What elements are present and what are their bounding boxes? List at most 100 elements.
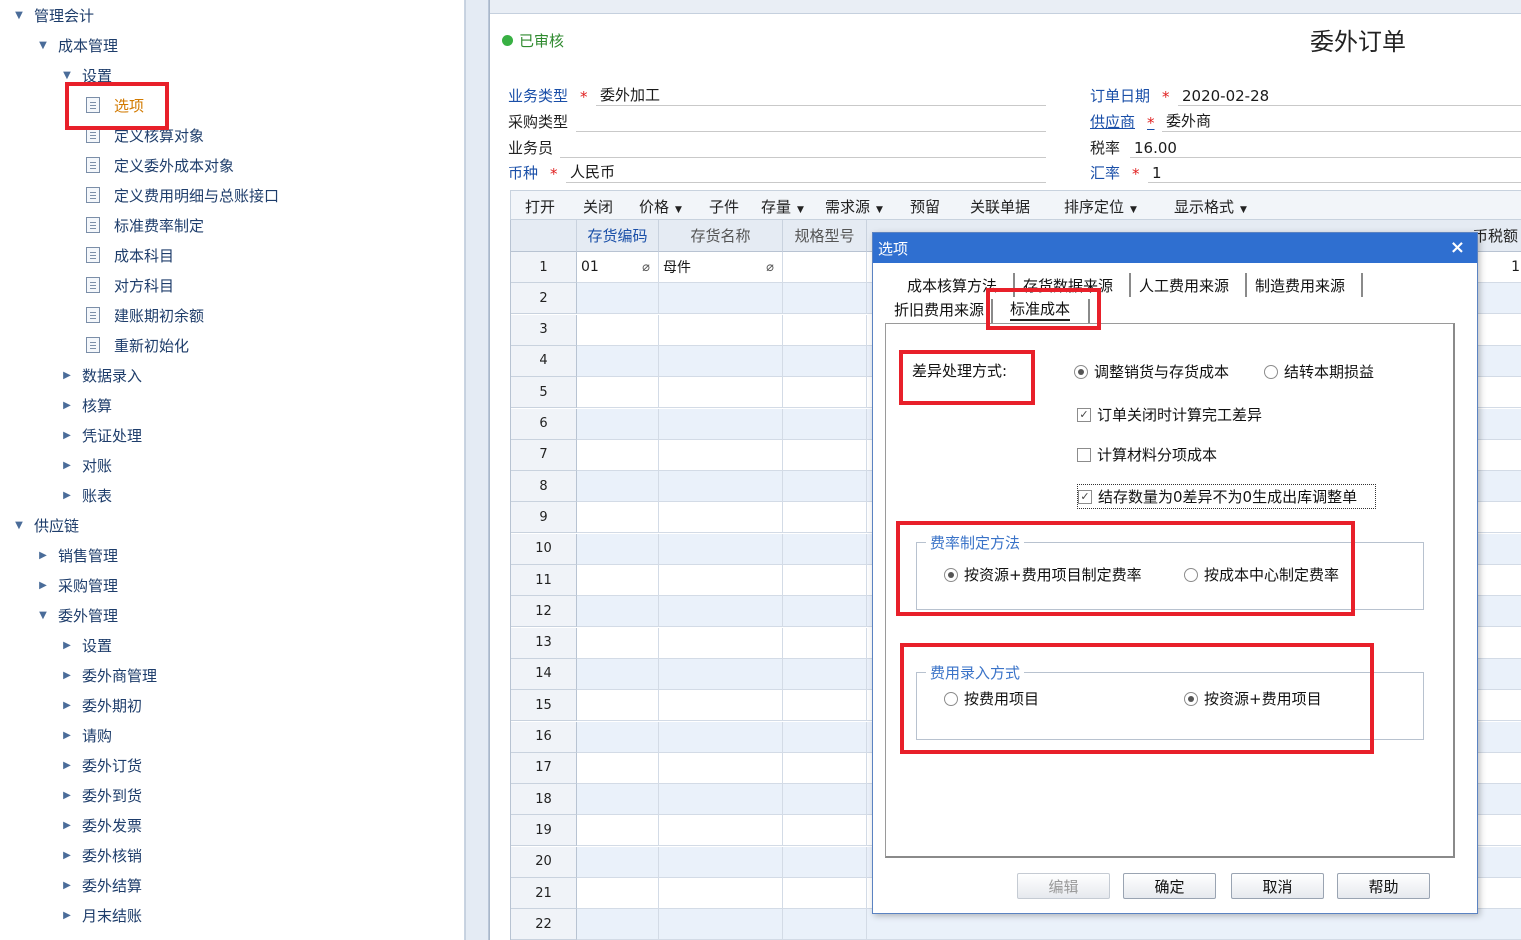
table-cell[interactable] <box>577 408 659 440</box>
display-format-button[interactable]: 显示格式 ▼ <box>1174 196 1247 217</box>
table-cell[interactable] <box>783 658 867 690</box>
order-date-field[interactable]: 2020-02-28 <box>1178 84 1521 106</box>
attachment-icon[interactable]: ⌀ <box>642 260 650 275</box>
table-cell[interactable] <box>577 471 659 503</box>
table-cell[interactable] <box>783 533 867 565</box>
tree-item[interactable]: ▶ 设置 <box>60 630 112 660</box>
row-number[interactable]: 6 <box>511 408 577 440</box>
table-cell[interactable] <box>783 377 867 409</box>
currency-label[interactable]: 币种 * <box>508 161 568 183</box>
table-cell[interactable] <box>783 846 867 878</box>
checkbox-material-itemized[interactable]: 计算材料分项成本 <box>1077 444 1217 465</box>
checkbox-zero-qty-adjust[interactable]: ✓ 结存数量为0差异不为0生成出库调整单 <box>1077 484 1377 509</box>
table-cell[interactable] <box>577 909 659 940</box>
attachment-icon[interactable]: ⌀ <box>766 260 774 275</box>
table-cell[interactable] <box>659 627 783 659</box>
chevron-down-icon[interactable]: ▼ <box>36 610 50 621</box>
supplier-label[interactable]: 供应商 * <box>1090 110 1165 132</box>
table-cell[interactable] <box>577 878 659 909</box>
biz-type-field[interactable]: 委外加工 <box>596 84 1046 106</box>
table-cell[interactable] <box>577 627 659 659</box>
tree-item[interactable]: 定义核算对象 <box>86 120 204 150</box>
exchange-rate-label[interactable]: 汇率 * <box>1090 161 1150 183</box>
table-cell[interactable] <box>783 408 867 440</box>
table-cell[interactable] <box>659 565 783 596</box>
tree-item[interactable]: ▶ 委外商管理 <box>60 660 157 690</box>
table-cell[interactable] <box>577 784 659 816</box>
open-button[interactable]: 打开 <box>525 196 555 217</box>
row-number[interactable]: 15 <box>511 690 577 722</box>
table-cell[interactable] <box>783 596 867 628</box>
column-header-name[interactable]: 存货名称 <box>659 220 783 252</box>
table-cell[interactable] <box>783 752 867 784</box>
tree-item[interactable]: ▶ 委外核销 <box>60 840 142 870</box>
tree-item[interactable]: ▼ 供应链 <box>12 510 79 540</box>
table-cell[interactable] <box>783 283 867 315</box>
chevron-right-icon[interactable]: ▶ <box>60 880 74 891</box>
table-cell[interactable] <box>659 846 783 878</box>
radio-button[interactable] <box>1074 364 1088 379</box>
dialog-titlebar[interactable]: 选项 × <box>873 233 1477 263</box>
table-cell[interactable] <box>659 377 783 409</box>
table-cell[interactable] <box>659 815 783 847</box>
row-number[interactable]: 12 <box>511 596 577 628</box>
demand-button[interactable]: 需求源 ▼ <box>825 196 883 217</box>
table-cell[interactable] <box>659 784 783 816</box>
tree-item[interactable]: ▶ 销售管理 <box>36 540 118 570</box>
table-cell[interactable]: 母件 ⌀ <box>659 252 783 283</box>
tab-labor-source[interactable]: 人工费用来源 <box>1139 273 1229 297</box>
staff-field[interactable] <box>560 136 1046 158</box>
tree-item[interactable]: ▶ 委外到货 <box>60 780 142 810</box>
tree-item[interactable]: ▼ 委外管理 <box>36 600 118 630</box>
row-number[interactable]: 16 <box>511 721 577 753</box>
checkbox[interactable]: ✓ <box>1078 489 1092 504</box>
table-cell[interactable] <box>783 878 867 909</box>
radio-button[interactable] <box>1184 567 1198 582</box>
table-cell[interactable] <box>783 909 867 940</box>
radio-adjust-cost[interactable]: 调整销货与存货成本 <box>1074 361 1229 382</box>
table-cell[interactable] <box>659 721 783 753</box>
tree-item[interactable]: 重新初始化 <box>86 330 189 360</box>
table-cell[interactable] <box>577 377 659 409</box>
pane-splitter[interactable] <box>465 0 489 940</box>
stock-button[interactable]: 存量 ▼ <box>761 196 804 217</box>
table-cell[interactable] <box>577 752 659 784</box>
table-cell[interactable] <box>783 721 867 753</box>
price-button[interactable]: 价格 ▼ <box>639 196 682 217</box>
column-header-code[interactable]: 存货编码 <box>577 220 659 252</box>
table-cell[interactable] <box>659 752 783 784</box>
tree-item[interactable]: ▶ 账表 <box>60 480 112 510</box>
table-cell[interactable] <box>659 878 783 909</box>
tree-item[interactable]: ▶ 委外结算 <box>60 870 142 900</box>
biz-type-label[interactable]: 业务类型 * <box>508 84 598 106</box>
chevron-right-icon[interactable]: ▶ <box>60 670 74 681</box>
sort-locate-button[interactable]: 排序定位 ▼ <box>1064 196 1137 217</box>
table-cell[interactable] <box>659 283 783 315</box>
row-number[interactable]: 4 <box>511 345 577 377</box>
cancel-button[interactable]: 取消 <box>1231 873 1324 899</box>
checkbox-calc-on-close[interactable]: ✓ 订单关闭时计算完工差异 <box>1077 404 1262 425</box>
table-cell[interactable] <box>659 658 783 690</box>
tree-item[interactable]: ▶ 核算 <box>60 390 112 420</box>
chevron-right-icon[interactable]: ▶ <box>60 850 74 861</box>
related-docs-button[interactable]: 关联单据 <box>970 196 1030 217</box>
radio-button[interactable] <box>1184 691 1198 706</box>
table-cell[interactable] <box>659 345 783 377</box>
table-cell[interactable] <box>659 471 783 503</box>
row-number[interactable]: 19 <box>511 815 577 847</box>
table-cell[interactable] <box>783 627 867 659</box>
table-cell[interactable] <box>783 690 867 722</box>
table-cell[interactable] <box>783 345 867 377</box>
chevron-right-icon[interactable]: ▶ <box>60 790 74 801</box>
table-cell[interactable] <box>659 596 783 628</box>
currency-field[interactable]: 人民币 <box>566 161 1046 183</box>
table-cell[interactable] <box>577 721 659 753</box>
table-cell[interactable]: 01 ⌀ <box>577 252 659 283</box>
table-cell[interactable] <box>783 471 867 503</box>
tree-item[interactable]: ▼ 成本管理 <box>36 30 118 60</box>
row-number[interactable]: 3 <box>511 314 577 346</box>
table-cell[interactable] <box>577 690 659 722</box>
table-cell[interactable] <box>659 439 783 471</box>
radio-rate-by-center[interactable]: 按成本中心制定费率 <box>1184 564 1339 585</box>
chevron-right-icon[interactable]: ▶ <box>60 820 74 831</box>
